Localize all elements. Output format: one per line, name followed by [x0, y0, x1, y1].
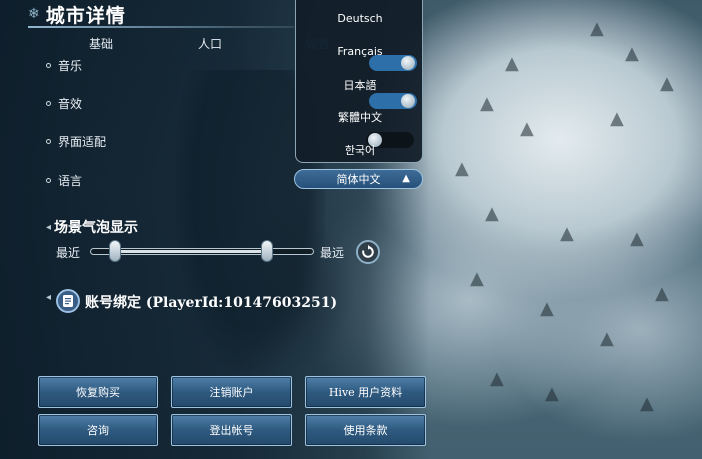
setting-row-music: 音乐 — [46, 57, 82, 74]
chevron-up-icon: ▲ — [402, 173, 410, 184]
hive-profile-button[interactable]: Hive 用户资料 — [305, 376, 426, 408]
setting-label-sfx: 音效 — [58, 97, 83, 111]
language-option-japanese[interactable]: 日本語 — [296, 77, 424, 93]
language-option-korean[interactable]: 한국어 — [296, 142, 424, 158]
music-toggle[interactable] — [369, 55, 417, 71]
slider-max-label: 最远 — [320, 246, 345, 260]
slider-max-thumb[interactable] — [261, 240, 273, 262]
language-select-value: 简体中文 — [336, 173, 381, 186]
map-tree: ▲ — [610, 108, 624, 129]
snowflake-icon: ❄ — [28, 6, 40, 22]
account-binding-row: ◂ — [46, 292, 54, 303]
tab-population[interactable]: 人口 — [198, 35, 222, 52]
setting-row-sfx: 音效 — [46, 95, 82, 112]
consult-label: 咨询 — [87, 424, 109, 437]
language-dropdown-list: Deutsch Français 日本語 繁體中文 한국어 — [295, 0, 423, 163]
language-select[interactable]: 简体中文 ▲ — [294, 169, 423, 189]
logout-label: 登出帐号 — [209, 424, 254, 437]
page-title: 城市详情 — [45, 4, 126, 27]
map-tree: ▲ — [490, 368, 504, 389]
account-card-icon[interactable] — [56, 289, 80, 313]
bullet-icon — [46, 178, 51, 183]
map-tree: ▲ — [660, 73, 674, 94]
setting-label-music: 音乐 — [58, 59, 83, 73]
map-tree: ▲ — [655, 283, 669, 304]
setting-row-language: 语言 — [46, 172, 82, 189]
map-tree: ▲ — [545, 383, 559, 404]
bubble-display-title: 场景气泡显示 — [54, 220, 139, 236]
sfx-toggle[interactable] — [369, 93, 417, 109]
toggle-knob — [401, 56, 415, 70]
section-notch-icon: ◂ — [46, 221, 52, 233]
restore-purchase-button[interactable]: 恢复购买 — [38, 376, 158, 408]
bubble-display-header: ◂ 场景气泡显示 — [46, 217, 138, 237]
hive-profile-label: Hive 用户资料 — [328, 386, 403, 399]
map-tree: ▲ — [625, 43, 639, 64]
logout-button[interactable]: 登出帐号 — [171, 414, 292, 446]
map-tree: ▲ — [630, 228, 644, 249]
delete-account-label: 注销账户 — [209, 386, 254, 399]
slider-min-label: 最近 — [56, 246, 81, 260]
map-tree: ▲ — [480, 93, 494, 114]
map-tree: ▲ — [520, 118, 534, 139]
map-tree: ▲ — [600, 328, 614, 349]
tab-basic[interactable]: 基础 — [89, 35, 113, 52]
map-tree: ▲ — [540, 298, 554, 319]
bullet-icon — [46, 101, 51, 106]
reset-button[interactable] — [356, 240, 380, 264]
restore-purchase-label: 恢复购买 — [76, 386, 120, 399]
bubble-range-fill — [115, 250, 267, 253]
terms-label: 使用条款 — [343, 424, 388, 437]
account-binding-label: 账号绑定 (PlayerId:10147603251) — [85, 295, 338, 311]
toggle-knob — [401, 94, 415, 108]
page-header: ❄ 城市详情 — [28, 0, 126, 28]
map-tree: ▲ — [590, 18, 604, 39]
consult-button[interactable]: 咨询 — [38, 414, 158, 446]
title-divider — [28, 26, 294, 28]
language-option-traditional-chinese[interactable]: 繁體中文 — [296, 109, 424, 125]
account-card-glyph — [63, 295, 73, 307]
terms-button[interactable]: 使用条款 — [305, 414, 426, 446]
bullet-icon — [46, 63, 51, 68]
map-tree: ▲ — [470, 268, 484, 289]
setting-label-language: 语言 — [58, 174, 83, 188]
map-tree: ▲ — [455, 158, 469, 179]
slider-min-thumb[interactable] — [109, 240, 121, 262]
map-tree: ▲ — [640, 393, 654, 414]
setting-row-ui-fit: 界面适配 — [46, 133, 106, 150]
map-tree: ▲ — [560, 223, 574, 244]
setting-label-ui-fit: 界面适配 — [58, 135, 107, 149]
section-notch-icon: ◂ — [46, 292, 52, 303]
map-tree: ▲ — [505, 53, 519, 74]
reset-icon — [362, 245, 374, 258]
delete-account-button[interactable]: 注销账户 — [171, 376, 292, 408]
bullet-icon — [46, 139, 51, 144]
language-option-deutsch[interactable]: Deutsch — [296, 12, 424, 25]
map-tree: ▲ — [485, 203, 499, 224]
